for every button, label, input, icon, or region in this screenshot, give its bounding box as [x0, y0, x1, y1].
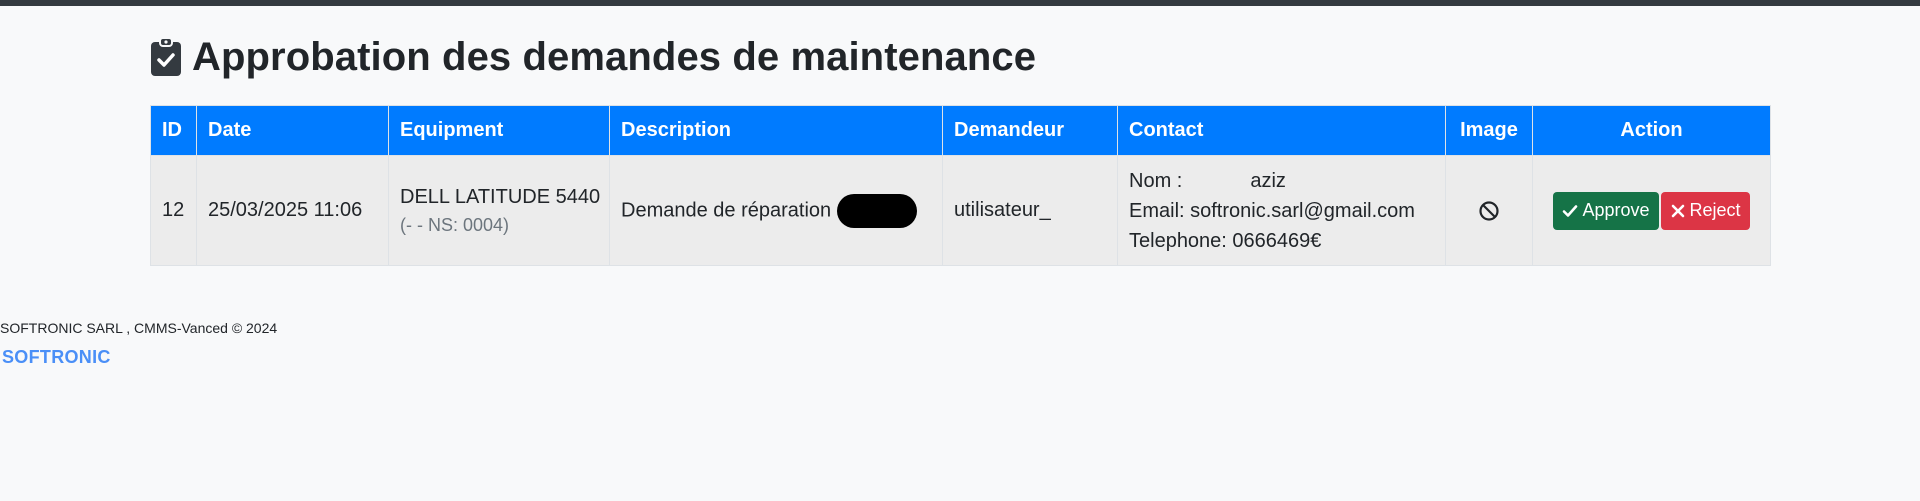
col-header-description: Description	[609, 105, 943, 156]
reject-label: Reject	[1689, 200, 1741, 220]
col-header-contact: Contact	[1117, 105, 1446, 156]
equipment-name: DELL LATITUDE 5440	[400, 185, 601, 208]
contact-nom: Nom : aziz	[1129, 166, 1434, 196]
table-header-row: ID Date Equipment Description Demandeur …	[150, 105, 1771, 156]
contact-nom-value: aziz	[1250, 169, 1286, 192]
cell-equipment: DELL LATITUDE 5440 (- - NS: 0004)	[388, 155, 610, 266]
cell-contact: Nom : aziz Email: softronic.sarl@gmail.co…	[1117, 155, 1446, 266]
contact-email: Email: softronic.sarl@gmail.com	[1129, 199, 1415, 222]
table-row: 12 25/03/2025 11:06 DELL LATITUDE 5440 (…	[150, 155, 1771, 266]
cell-date: 25/03/2025 11:06	[196, 155, 389, 266]
page-title-text: Approbation des demandes de maintenance	[192, 34, 1037, 79]
footer-copyright: SOFTRONIC SARL , CMMS-Vanced © 2024	[0, 320, 278, 336]
x-icon	[1671, 204, 1684, 217]
equipment-serial: (- - NS: 0004)	[400, 214, 510, 235]
reject-button[interactable]: Reject	[1660, 191, 1750, 230]
clipboard-check-icon	[151, 37, 181, 76]
redaction-mark	[837, 193, 918, 228]
contact-nom-label: Nom :	[1129, 169, 1183, 192]
col-header-date: Date	[196, 105, 389, 156]
cell-demandeur: utilisateur_	[942, 155, 1118, 266]
cell-description: Demande de réparation	[609, 155, 943, 266]
col-header-equipment: Equipment	[388, 105, 610, 156]
page-title: Approbation des demandes de maintenance	[150, 30, 1770, 84]
col-header-id: ID	[150, 105, 197, 156]
main-content: Approbation des demandes de maintenance …	[150, 30, 1771, 266]
cell-action: Approve Reject	[1532, 155, 1771, 266]
cell-image	[1445, 155, 1533, 266]
top-bar	[0, 0, 1920, 6]
footer-brand-logo: SOFTRONIC	[2, 347, 111, 367]
col-header-image: Image	[1445, 105, 1533, 156]
col-header-action: Action	[1532, 105, 1771, 156]
ban-icon	[1479, 201, 1499, 221]
check-icon	[1563, 204, 1578, 217]
col-header-demandeur: Demandeur	[942, 105, 1118, 156]
cell-id: 12	[150, 155, 197, 266]
approve-button[interactable]: Approve	[1553, 191, 1659, 230]
contact-phone: Telephone: 0666469€	[1129, 229, 1322, 252]
requests-table: ID Date Equipment Description Demandeur …	[150, 105, 1771, 266]
approve-label: Approve	[1582, 200, 1650, 220]
description-text: Demande de réparation	[621, 198, 832, 221]
